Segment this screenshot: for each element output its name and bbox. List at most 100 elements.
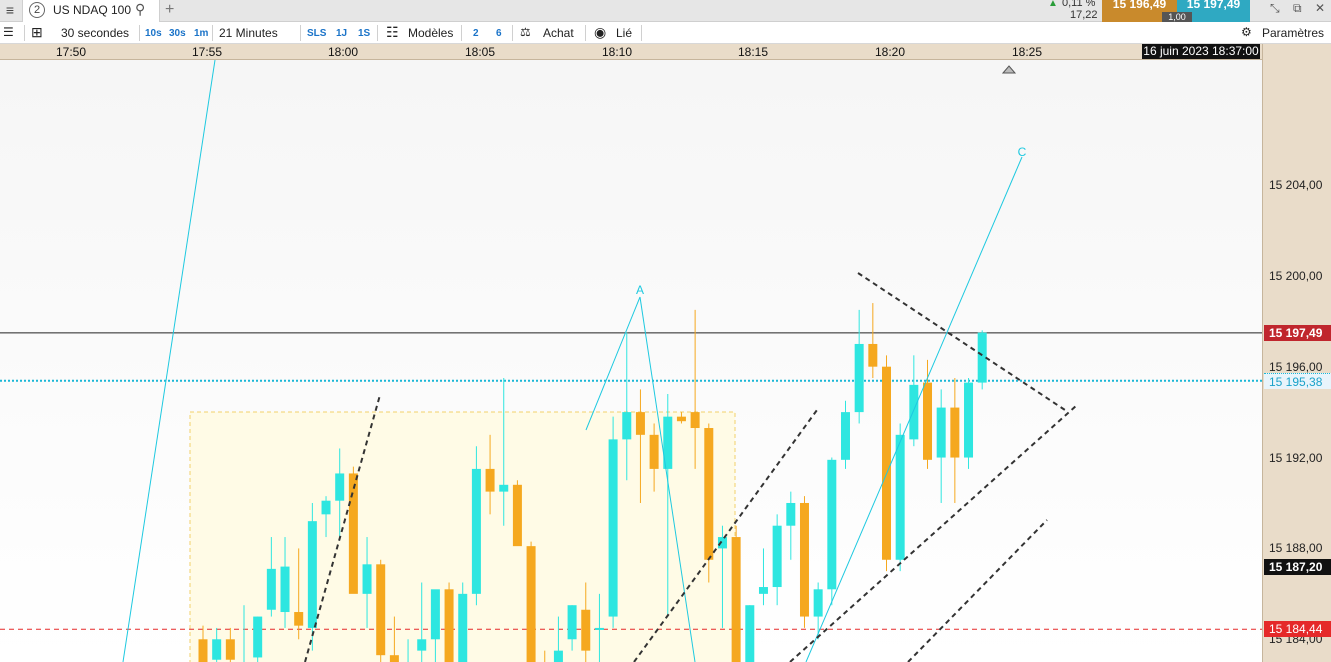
candle-body	[594, 627, 604, 630]
add-tab-button[interactable]: +	[165, 0, 174, 20]
gear-icon[interactable]: ⚙	[1241, 25, 1252, 39]
candle-body	[499, 484, 509, 492]
time-tick: 18:20	[874, 45, 906, 59]
candle-body	[704, 428, 714, 560]
hamburger-icon[interactable]: ≡	[0, 0, 20, 22]
price-tick: 15 188,00	[1269, 541, 1323, 556]
candle[interactable]	[471, 446, 481, 606]
reference-price-label: 15 195,38	[1264, 372, 1331, 389]
wave-label-c: C	[1018, 145, 1027, 159]
candle-body	[964, 382, 974, 458]
candle-body	[389, 655, 399, 662]
link-button[interactable]: Lié	[616, 26, 632, 40]
change-absolute: 17,22	[1070, 9, 1098, 21]
candle-body	[417, 639, 427, 651]
candle[interactable]	[799, 496, 809, 628]
candle-body	[868, 343, 878, 367]
candle[interactable]	[376, 559, 386, 662]
instrument-tab[interactable]: 2 US NDAQ 100 ⚲	[22, 0, 160, 22]
candle-body	[758, 587, 768, 594]
candle-body	[198, 639, 208, 662]
price-tick: 15 200,00	[1269, 268, 1323, 283]
list-icon[interactable]: ☰	[3, 25, 14, 39]
count-2[interactable]: 2	[473, 28, 479, 39]
time-tick: 18:05	[464, 45, 496, 59]
candle-body	[772, 525, 782, 588]
interval-1m[interactable]: 1m	[194, 28, 208, 39]
wave-label-a: A	[636, 283, 644, 297]
instrument-title: US NDAQ 100	[53, 3, 132, 17]
candle-body	[977, 332, 987, 383]
price-chart[interactable]: A C	[0, 60, 1262, 662]
timeframe-select[interactable]: 30 secondes	[61, 26, 129, 40]
candle-body	[266, 568, 276, 610]
sell-price: 15 196,49	[1112, 0, 1167, 11]
candle[interactable]	[253, 616, 263, 662]
minimize-icon[interactable]: ⤡	[1270, 1, 1280, 16]
candle[interactable]	[348, 466, 358, 594]
candle[interactable]	[964, 378, 974, 469]
candle-body	[225, 639, 235, 660]
buy-button[interactable]: Achat	[543, 26, 574, 40]
candle[interactable]	[608, 416, 618, 628]
candle[interactable]	[526, 541, 536, 662]
candle-body	[717, 537, 727, 549]
range-1s[interactable]: 1S	[358, 28, 370, 39]
interval-10s[interactable]: 10s	[145, 28, 162, 39]
candle[interactable]	[895, 423, 905, 572]
candle-body	[376, 564, 386, 656]
candle-body	[567, 605, 577, 640]
candle[interactable]	[512, 480, 522, 547]
close-icon[interactable]: ✕	[1315, 1, 1325, 15]
candle[interactable]	[731, 525, 741, 662]
interval-30s[interactable]: 30s	[169, 28, 186, 39]
candle-body	[280, 566, 290, 613]
candle-body	[307, 521, 317, 628]
candle-body	[882, 366, 891, 560]
candle-body	[923, 382, 933, 460]
count-6[interactable]: 6	[496, 28, 502, 39]
candle-body	[799, 502, 809, 617]
candle[interactable]	[882, 355, 891, 572]
chart-toolbar: ☰ ⊞ 30 secondes 10s 30s 1m 21 Minutes SL…	[0, 22, 1331, 44]
range-sls[interactable]: SLS	[307, 28, 326, 39]
candle-body	[471, 468, 481, 594]
low-price-label: 15 187,20	[1264, 558, 1331, 575]
candle-body	[253, 616, 263, 658]
candle[interactable]	[745, 605, 755, 662]
detach-icon[interactable]: ⧉	[1293, 1, 1302, 16]
candle-body	[608, 439, 618, 617]
candle[interactable]	[977, 330, 987, 390]
eye-icon: ◉	[594, 24, 607, 40]
search-icon[interactable]: ⚲	[135, 1, 145, 18]
candle-body	[827, 459, 837, 590]
support-price-label: 15 184,44	[1264, 621, 1331, 638]
time-tick: 18:25	[1011, 45, 1043, 59]
candle-body	[649, 434, 659, 469]
current-price-label: 15 197,49	[1264, 324, 1331, 341]
candle-body	[526, 546, 536, 662]
candle-body	[294, 612, 304, 626]
candle[interactable]	[444, 582, 454, 662]
price-axis: 15 184,00 15 188,00 15 192,00 15 196,00 15 2…	[1262, 44, 1331, 662]
candle-body	[553, 650, 563, 662]
settings-button[interactable]: Paramètres	[1262, 26, 1324, 40]
price-tick: 15 196,00	[1269, 359, 1323, 374]
time-tick: 17:55	[191, 45, 223, 59]
buy-price: 15 197,49	[1186, 0, 1241, 11]
time-tick: 18:00	[327, 45, 359, 59]
duration-select[interactable]: 21 Minutes	[219, 26, 278, 40]
candle-body	[690, 412, 700, 429]
change-percent: 0,11 %	[1062, 0, 1096, 9]
order-icon: ⚖	[520, 25, 531, 39]
candle[interactable]	[458, 582, 468, 662]
candle[interactable]	[827, 457, 837, 606]
models-button[interactable]: Modèles	[408, 26, 453, 40]
layout-icon[interactable]: ⊞	[31, 24, 43, 41]
candle-body	[485, 468, 495, 492]
candle-body	[854, 343, 864, 413]
price-tick: 15 204,00	[1269, 177, 1323, 192]
candle-body	[512, 484, 522, 547]
sliders-icon: ☷	[386, 24, 399, 40]
range-1j[interactable]: 1J	[336, 28, 347, 39]
